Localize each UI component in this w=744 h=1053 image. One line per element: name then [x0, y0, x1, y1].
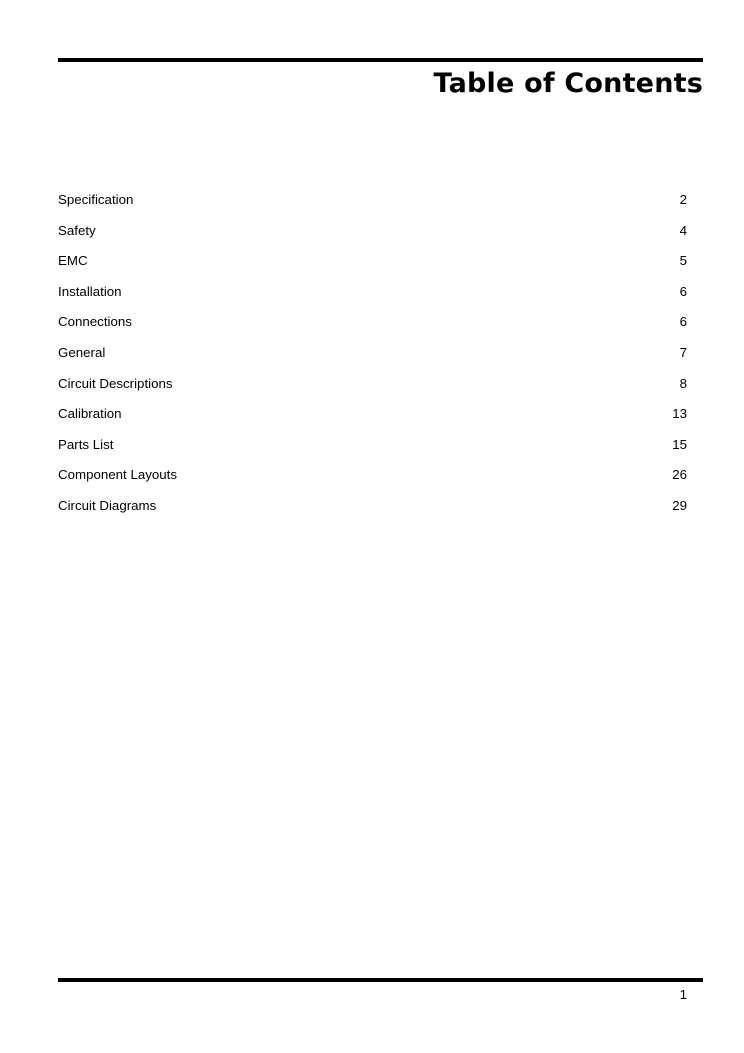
toc-entry-page-number: 7	[679, 344, 687, 360]
toc-entry[interactable]: Component Layouts 26	[58, 460, 687, 491]
toc-entry-page-number: 4	[679, 222, 687, 238]
toc-entry-label: Safety	[58, 222, 96, 238]
toc-entry[interactable]: General 7	[58, 338, 687, 369]
toc-entry-page-number: 13	[672, 406, 687, 422]
toc-entry-label: Connections	[58, 314, 132, 330]
toc-entry-label: General	[58, 344, 106, 360]
document-page: Table of Contents Specification 2 Safety…	[0, 0, 744, 1053]
toc-entry-label: Circuit Descriptions	[58, 375, 173, 391]
toc-entry-label: EMC	[58, 253, 88, 269]
toc-entry-page-number: 26	[672, 467, 687, 483]
page-footer: 1	[58, 978, 703, 1005]
toc-entry-label: Calibration	[58, 406, 122, 422]
toc-entry-page-number: 29	[672, 497, 687, 513]
toc-entry-label: Component Layouts	[58, 467, 178, 483]
toc-entry-page-number: 6	[679, 314, 687, 330]
toc-entry-page-number: 6	[679, 283, 687, 299]
toc-entry[interactable]: Safety 4	[58, 216, 687, 247]
toc-entry[interactable]: EMC 5	[58, 246, 687, 277]
toc-entry-label: Circuit Diagrams	[58, 497, 157, 513]
footer-page-number: 1	[679, 986, 687, 1002]
toc-entry[interactable]: Specification 2	[58, 185, 687, 216]
toc-entry-page-number: 5	[679, 253, 687, 269]
toc-entry[interactable]: Parts List 15	[58, 430, 687, 461]
toc-entry-label: Installation	[58, 283, 122, 299]
toc-entry[interactable]: Circuit Descriptions 8	[58, 369, 687, 400]
page-header: Table of Contents	[58, 58, 703, 100]
toc-entry-page-number: 2	[679, 192, 687, 207]
toc-entry[interactable]: Connections 6	[58, 307, 687, 338]
toc-entry[interactable]: Circuit Diagrams 29	[58, 491, 687, 522]
table-of-contents-list: Specification 2 Safety 4 EMC 5 Installat…	[58, 185, 687, 522]
page-title: Table of Contents	[433, 67, 703, 99]
toc-entry[interactable]: Calibration 13	[58, 399, 687, 430]
toc-entry-label: Specification	[58, 192, 134, 207]
toc-entry-page-number: 15	[672, 436, 687, 452]
toc-entry-label: Parts List	[58, 436, 114, 452]
toc-entry-page-number: 8	[679, 375, 687, 391]
toc-entry[interactable]: Installation 6	[58, 277, 687, 308]
